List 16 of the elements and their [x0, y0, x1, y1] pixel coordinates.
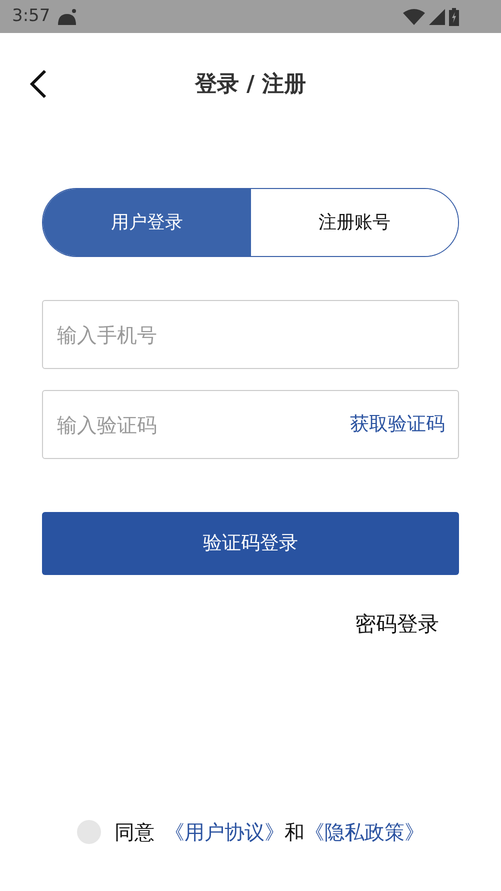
phone-field[interactable]: 输入手机号 [42, 300, 459, 369]
signal-icon [429, 8, 445, 24]
agree-label: 同意 [114, 818, 154, 846]
user-agreement-link[interactable]: 《用户协议》 [164, 816, 284, 846]
privacy-policy-link[interactable]: 《隐私政策》 [304, 816, 424, 846]
agree-checkbox[interactable] [76, 820, 100, 844]
back-icon[interactable] [28, 69, 48, 99]
battery-icon [449, 8, 459, 26]
status-time: 3:57 [12, 4, 50, 28]
get-code-link[interactable]: 获取验证码 [350, 412, 445, 436]
page-title: 登录 / 注册 [194, 70, 306, 98]
password-login-link[interactable]: 密码登录 [355, 609, 439, 640]
login-button[interactable]: 验证码登录 [42, 512, 459, 575]
tab[interactable]: 用户登录 [43, 189, 250, 256]
wifi-icon [403, 8, 425, 24]
and-label: 和 [284, 818, 304, 846]
